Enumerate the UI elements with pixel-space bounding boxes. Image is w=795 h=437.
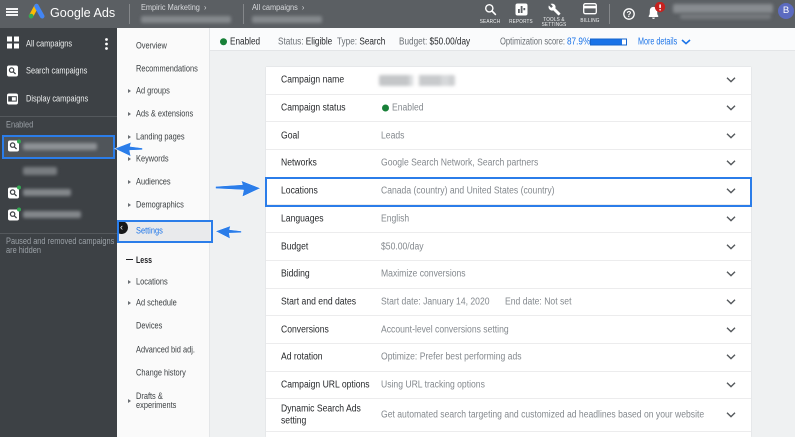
svg-text:?: ? <box>626 9 631 18</box>
